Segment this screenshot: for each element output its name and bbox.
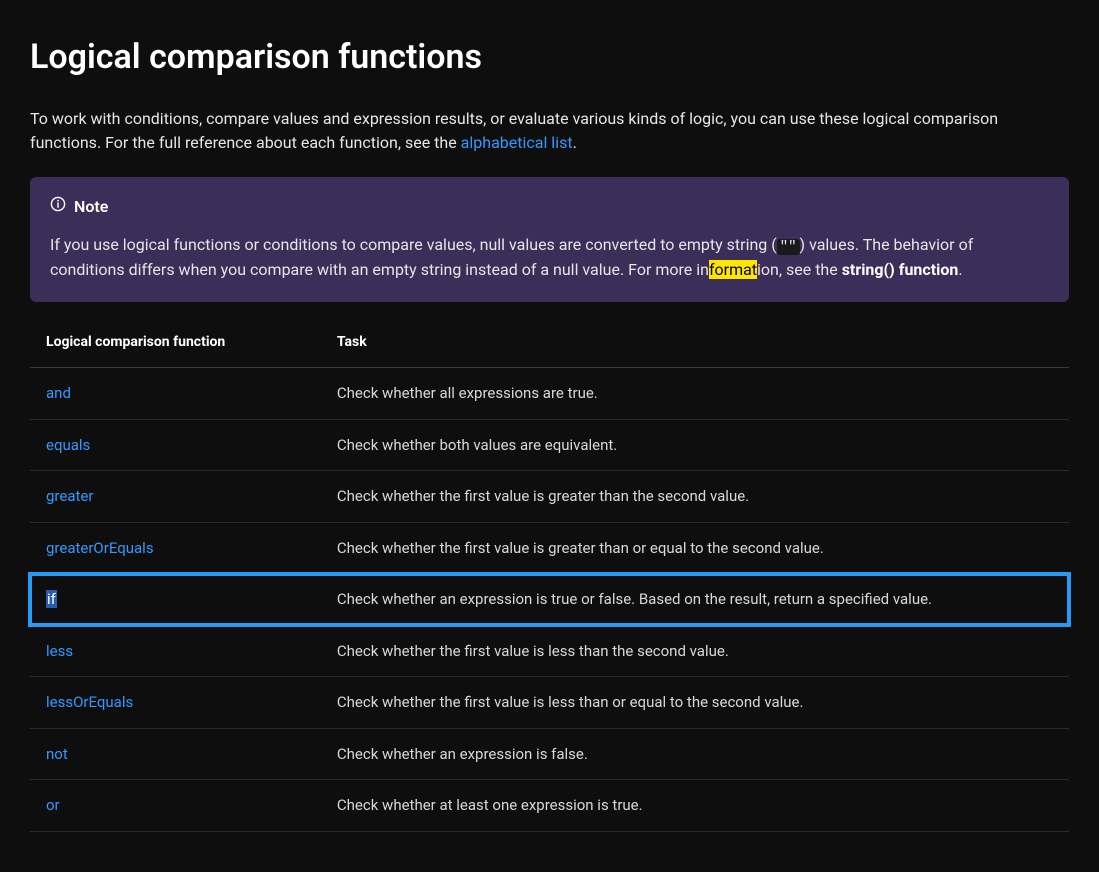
page-content: Logical comparison functions To work wit… <box>0 0 1099 872</box>
function-name-cell: greaterOrEquals <box>30 522 321 574</box>
intro-paragraph: To work with conditions, compare values … <box>30 107 1069 155</box>
function-name-cell: equals <box>30 419 321 471</box>
note-code: "" <box>777 239 800 255</box>
function-task-cell: Check whether all expressions are true. <box>321 368 1069 420</box>
function-name-cell: less <box>30 625 321 677</box>
note-strong-link[interactable]: string() function <box>842 260 959 279</box>
page-title: Logical comparison functions <box>30 32 1069 83</box>
function-name-cell: or <box>30 780 321 832</box>
note-text-3: ion, see the <box>757 260 842 279</box>
function-name-cell: and <box>30 368 321 420</box>
function-task-cell: Check whether at least one expression is… <box>321 780 1069 832</box>
note-label: Note <box>74 195 108 219</box>
table-row: and Check whether all expressions are tru… <box>30 368 1069 420</box>
table-row: equals Check whether both values are equi… <box>30 419 1069 471</box>
note-highlight: format <box>709 260 757 279</box>
function-link[interactable]: less <box>46 642 73 660</box>
note-text-1: If you use logical functions or conditio… <box>50 235 777 254</box>
function-name-cell: not <box>30 728 321 780</box>
function-name-cell: if <box>30 574 321 626</box>
function-name-cell: lessOrEquals <box>30 677 321 729</box>
table-row: or Check whether at least one expression … <box>30 780 1069 832</box>
table-row: if Check whether an expression is true or… <box>30 574 1069 626</box>
function-task-cell: Check whether an expression is false. <box>321 728 1069 780</box>
table-row: not Check whether an expression is false. <box>30 728 1069 780</box>
table-header-row: Logical comparison function Task <box>30 318 1069 368</box>
function-link[interactable]: or <box>46 796 60 814</box>
alphabetical-list-link[interactable]: alphabetical list <box>461 133 573 152</box>
note-callout: Note If you use logical functions or con… <box>30 177 1069 302</box>
table-row: lessOrEquals Check whether the first valu… <box>30 677 1069 729</box>
function-task-cell: Check whether an expression is true or f… <box>321 574 1069 626</box>
info-icon <box>50 195 66 219</box>
function-task-cell: Check whether both values are equivalent… <box>321 419 1069 471</box>
function-link[interactable]: greater <box>46 487 93 505</box>
table-row: greater Check whether the first value is … <box>30 471 1069 523</box>
function-link[interactable]: and <box>46 384 71 402</box>
function-name-cell: greater <box>30 471 321 523</box>
functions-table: Logical comparison function Task and Chec… <box>30 318 1069 832</box>
function-task-cell: Check whether the first value is less th… <box>321 625 1069 677</box>
function-link[interactable]: not <box>46 745 68 763</box>
function-task-cell: Check whether the first value is greater… <box>321 471 1069 523</box>
function-link[interactable]: lessOrEquals <box>46 693 133 711</box>
table-row: greaterOrEquals Check whether the first v… <box>30 522 1069 574</box>
col-header-function: Logical comparison function <box>30 318 321 368</box>
function-link[interactable]: if <box>46 590 57 608</box>
intro-text-after: . <box>573 133 577 152</box>
col-header-task: Task <box>321 318 1069 368</box>
function-link[interactable]: equals <box>46 436 90 454</box>
function-link[interactable]: greaterOrEquals <box>46 539 154 557</box>
function-task-cell: Check whether the first value is greater… <box>321 522 1069 574</box>
note-text-4: . <box>958 260 962 279</box>
table-row: less Check whether the first value is les… <box>30 625 1069 677</box>
note-header: Note <box>50 195 1049 219</box>
note-body: If you use logical functions or conditio… <box>50 233 1049 282</box>
function-task-cell: Check whether the first value is less th… <box>321 677 1069 729</box>
